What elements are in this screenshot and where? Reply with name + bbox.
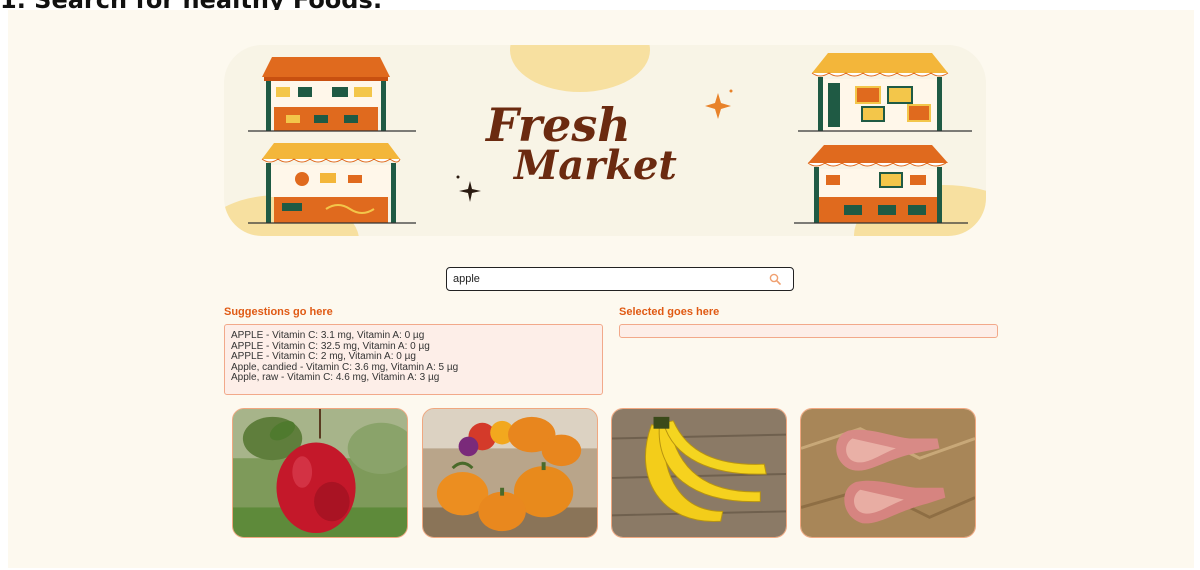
market-stall-icon [248, 57, 416, 132]
banner-illustration: Fresh Market [224, 45, 986, 236]
pork-chops-image [801, 409, 975, 537]
sparkle-icon [459, 181, 481, 202]
fresh-market-banner: Fresh Market [224, 45, 986, 236]
suggestion-item[interactable]: Apple, raw - Vitamin C: 4.6 mg, Vitamin … [231, 373, 596, 384]
bananas-card[interactable] [611, 408, 787, 538]
market-stall-icon [798, 53, 972, 132]
banner-title-line2: Market [512, 142, 677, 189]
pumpkins-card[interactable] [422, 408, 598, 538]
suggestions-label: Suggestions go here [224, 306, 333, 318]
pork-chops-card[interactable] [800, 408, 976, 538]
selected-label: Selected goes here [619, 306, 720, 318]
apple-image [233, 409, 407, 537]
apple-card[interactable] [232, 408, 408, 538]
search-input[interactable] [453, 270, 753, 288]
market-stall-icon [794, 145, 968, 224]
app-container: Fresh Market Suggestions go here APPLE -… [8, 10, 1194, 568]
search-icon[interactable] [769, 273, 781, 285]
sparkle-icon [705, 93, 731, 119]
suggestions-list: APPLE - Vitamin C: 3.1 mg, Vitamin A: 0 … [224, 324, 603, 395]
pumpkins-image [423, 409, 597, 537]
bananas-image [612, 409, 786, 537]
search-bar[interactable] [446, 267, 794, 291]
suggestion-item[interactable]: APPLE - Vitamin C: 3.1 mg, Vitamin A: 0 … [231, 330, 596, 342]
selected-list [619, 324, 998, 338]
